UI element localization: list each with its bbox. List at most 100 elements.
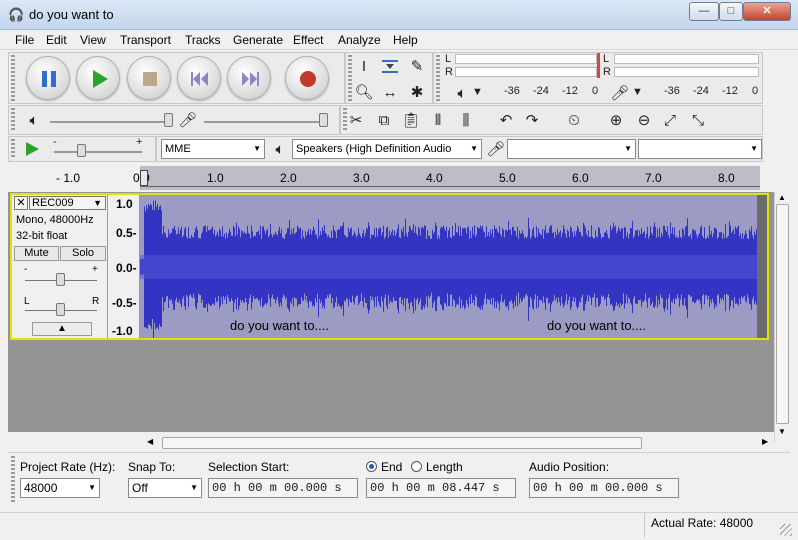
cut-icon[interactable]: ✂ — [344, 108, 368, 132]
waveform-caption-2: do you want to.... — [547, 318, 647, 333]
close-track-icon[interactable]: ✕ — [14, 196, 28, 210]
scroll-up-icon[interactable]: ▲ — [777, 193, 787, 203]
toolbar-grip[interactable] — [11, 108, 15, 132]
silence-icon[interactable]: ⫼ — [454, 108, 478, 132]
meter-l-label: L — [445, 53, 452, 65]
gain-minus-label: - — [24, 264, 28, 275]
maximize-button[interactable]: □ — [719, 2, 743, 21]
project-rate-dropdown[interactable]: 48000 ▼ — [20, 478, 100, 498]
track-name-menu[interactable]: REC009 ▼ — [29, 196, 106, 210]
length-radio[interactable] — [411, 461, 422, 472]
timeshift-tool-icon[interactable]: ↔ — [378, 80, 402, 104]
waveform-area[interactable] — [140, 195, 757, 338]
collapse-track-button[interactable]: ▲ — [32, 322, 92, 336]
meter-tick: 0 — [592, 85, 599, 97]
playhead-marker[interactable] — [140, 170, 148, 186]
undo-icon[interactable]: ↶ — [494, 108, 518, 132]
chevron-down-icon[interactable]: ▼ — [472, 86, 483, 98]
zoom-out-icon[interactable]: ⊖ — [632, 108, 656, 132]
slider-thumb[interactable] — [77, 144, 86, 157]
microphone-icon: 🎤︎ — [610, 85, 630, 102]
paste-icon[interactable]: 📋︎ — [399, 108, 423, 132]
menu-analyze[interactable]: Analyze — [338, 33, 381, 47]
toolbar-grip[interactable] — [11, 55, 15, 101]
zoom-in-icon[interactable]: ⊕ — [604, 108, 628, 132]
menu-generate[interactable]: Generate — [233, 33, 283, 47]
microphone-icon: 🎤︎ — [178, 112, 198, 129]
play-at-speed-button[interactable] — [22, 139, 42, 159]
mute-button[interactable]: Mute — [14, 246, 59, 261]
menu-help[interactable]: Help — [393, 33, 418, 47]
menu-edit[interactable]: Edit — [46, 33, 67, 47]
horizontal-scroll-thumb[interactable] — [162, 437, 642, 449]
snap-to-value: Off — [132, 481, 148, 495]
scroll-down-icon[interactable]: ▼ — [777, 427, 787, 437]
skip-to-end-button[interactable] — [227, 56, 271, 100]
skip-to-start-button[interactable] — [177, 56, 221, 100]
fit-project-icon[interactable]: ⤡ — [686, 108, 710, 132]
chevron-down-icon: ▼ — [470, 144, 478, 153]
menu-file[interactable]: File — [15, 33, 34, 47]
multi-tool-icon[interactable]: ✱ — [405, 80, 429, 104]
menu-effect[interactable]: Effect — [293, 33, 323, 47]
ruler-label: 4.0 — [426, 171, 443, 185]
trim-icon[interactable]: ⫴ — [426, 108, 450, 132]
pan-left-label: L — [24, 296, 30, 307]
selection-tool-icon[interactable]: I — [352, 54, 376, 78]
menu-transport[interactable]: Transport — [120, 33, 171, 47]
end-radio[interactable] — [366, 461, 377, 472]
record-icon — [300, 71, 316, 87]
meter-tick: -12 — [722, 85, 738, 97]
microphone-icon: 🎤︎ — [486, 141, 506, 158]
selection-end-field[interactable]: 00 h 00 m 08.447 s — [366, 478, 516, 498]
track-name: REC009 — [32, 197, 74, 209]
pause-button[interactable] — [26, 56, 70, 100]
input-channels-dropdown[interactable]: ▼ — [638, 139, 762, 159]
slider-thumb[interactable] — [56, 273, 65, 286]
menu-view[interactable]: View — [80, 33, 106, 47]
slider-thumb[interactable] — [164, 113, 173, 127]
record-volume-slider[interactable] — [204, 121, 326, 123]
minimize-button[interactable]: — — [689, 2, 719, 21]
resize-grip-icon[interactable] — [780, 524, 792, 536]
envelope-tool-icon[interactable] — [378, 54, 402, 78]
playback-meter-left — [455, 54, 597, 64]
fit-selection-icon[interactable]: ⤢ — [658, 108, 682, 132]
scale-label: -1.0 — [112, 324, 133, 338]
audio-host-dropdown[interactable]: MME ▼ — [161, 139, 265, 159]
redo-icon[interactable]: ↷ — [520, 108, 544, 132]
meter-tick: -24 — [533, 85, 549, 97]
playback-volume-slider[interactable] — [50, 121, 170, 123]
play-button[interactable] — [76, 56, 120, 100]
sync-lock-icon[interactable]: ⏲ — [562, 108, 586, 132]
selection-start-field[interactable]: 00 h 00 m 00.000 s — [208, 478, 358, 498]
pan-right-label: R — [92, 296, 100, 307]
chevron-down-icon[interactable]: ▼ — [632, 86, 643, 98]
toolbar-grip[interactable] — [11, 456, 15, 504]
ruler-label: 1.0 — [207, 171, 224, 185]
close-button[interactable]: ✕ — [743, 2, 791, 21]
track-info-format: 32-bit float — [16, 230, 68, 242]
vertical-scroll-thumb[interactable] — [776, 204, 789, 424]
record-button[interactable] — [285, 56, 329, 100]
gain-plus-label: + — [92, 264, 98, 275]
stop-icon — [143, 72, 157, 86]
solo-button[interactable]: Solo — [60, 246, 106, 261]
draw-tool-icon[interactable]: ✎ — [405, 54, 429, 78]
snap-to-dropdown[interactable]: Off ▼ — [128, 478, 202, 498]
toolbar-grip[interactable] — [11, 139, 15, 159]
snap-to-label: Snap To: — [128, 460, 176, 474]
audio-position-field[interactable]: 00 h 00 m 00.000 s — [529, 478, 679, 498]
slider-thumb[interactable] — [319, 113, 328, 127]
copy-icon[interactable]: ⧉ — [372, 108, 396, 132]
toolbar-grip[interactable] — [436, 55, 440, 101]
menu-tracks[interactable]: Tracks — [185, 33, 221, 47]
output-device-dropdown[interactable]: Speakers (High Definition Audio ▼ — [292, 139, 482, 159]
slider-thumb[interactable] — [56, 303, 65, 316]
input-device-dropdown[interactable]: ▼ — [507, 139, 636, 159]
stop-button[interactable] — [127, 56, 171, 100]
zoom-tool-icon[interactable]: 🔍︎ — [352, 80, 376, 104]
playback-speed-slider[interactable] — [54, 151, 142, 153]
scroll-right-icon[interactable]: ▶ — [762, 437, 768, 446]
scroll-left-icon[interactable]: ◀ — [147, 437, 153, 446]
